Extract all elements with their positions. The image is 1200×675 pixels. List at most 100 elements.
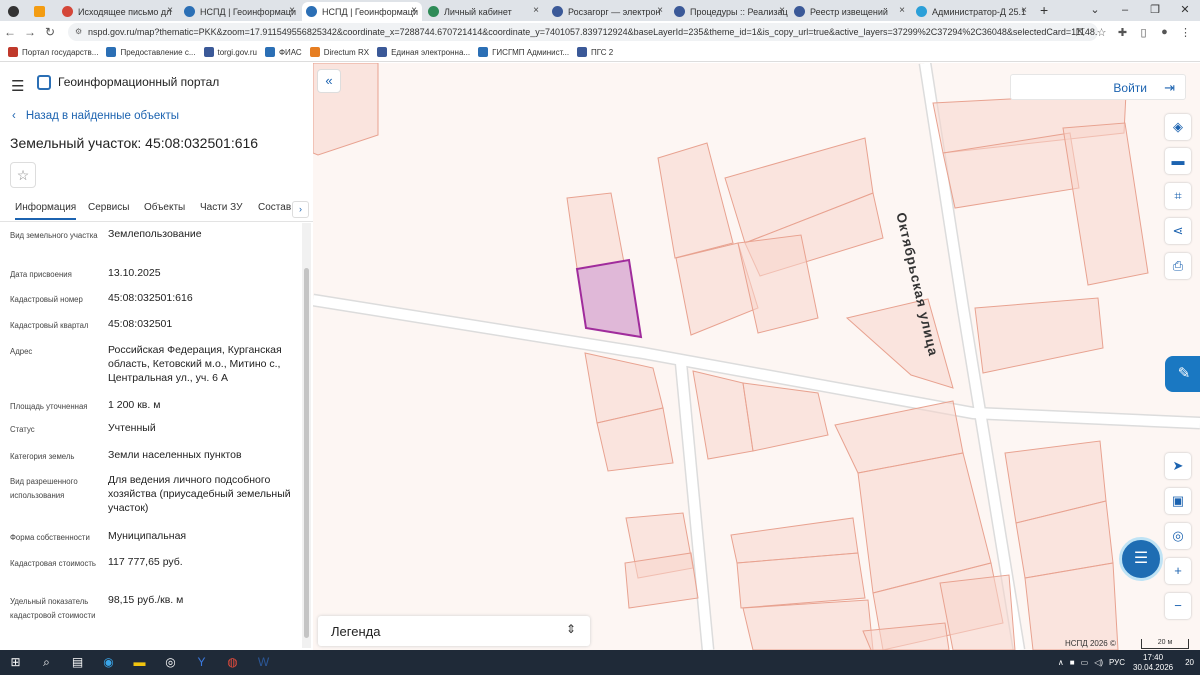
selected-parcel[interactable] <box>575 258 643 339</box>
menu-icon[interactable]: ⋮ <box>1175 26 1196 39</box>
share-icon[interactable]: ⇱ <box>1070 26 1091 39</box>
land-parcel[interactable] <box>624 552 699 609</box>
close-tab-icon[interactable]: × <box>657 5 663 16</box>
close-tab-icon[interactable]: × <box>1021 5 1027 16</box>
reload-icon[interactable]: ↻ <box>40 25 60 39</box>
browser-tab[interactable]: НСПД | Геоинформаци × <box>180 2 300 21</box>
maximize-button[interactable]: ❐ <box>1140 0 1170 21</box>
land-parcel[interactable] <box>974 297 1104 374</box>
close-tab-icon[interactable]: × <box>289 5 295 16</box>
print-icon[interactable]: ⎙ <box>1165 253 1191 279</box>
bookmark-item[interactable]: Портал государств... <box>8 47 98 57</box>
back-to-results-link[interactable]: ‹ Назад в найденные объекты <box>12 110 179 122</box>
minimap-icon[interactable]: ▣ <box>1165 488 1191 514</box>
bookmark-item[interactable]: Directum RX <box>309 47 369 57</box>
profile-icon[interactable]: ● <box>1154 26 1175 38</box>
tab-pinned-icon[interactable] <box>30 2 52 21</box>
close-tab-icon[interactable]: × <box>533 5 539 16</box>
notifications-badge[interactable]: 20 <box>1185 658 1194 667</box>
search-icon[interactable]: ⌕ <box>31 650 62 675</box>
ruler-icon[interactable]: ▬ <box>1165 148 1191 174</box>
site-info-icon[interactable]: ⚙ <box>75 23 82 41</box>
sidebar-icon[interactable]: ▯ <box>1133 26 1154 39</box>
task-view-icon[interactable]: ▤ <box>62 650 93 675</box>
minimize-button[interactable]: – <box>1110 0 1140 21</box>
collapse-panel-icon[interactable]: « <box>317 69 341 93</box>
bookmark-item[interactable]: Предоставление с... <box>106 47 196 57</box>
geolocation-icon[interactable]: ◎ <box>1165 523 1191 549</box>
app-icon[interactable]: ◎ <box>155 650 186 675</box>
tab-services[interactable]: Сервисы <box>88 202 129 213</box>
tab-github-icon[interactable] <box>4 2 26 21</box>
extensions-icon[interactable]: ✚ <box>1112 26 1133 39</box>
land-parcel[interactable] <box>742 382 829 452</box>
land-parcel[interactable] <box>736 552 866 609</box>
bookmark-item[interactable]: ГИСГМП Админист... <box>478 47 569 57</box>
zoom-in-icon[interactable]: + <box>1165 558 1191 584</box>
browser-tab[interactable]: Исходящее письмо дл × <box>58 2 178 21</box>
login-button[interactable]: Войти ⇥ <box>1010 74 1186 100</box>
browser-tab[interactable]: НСПД | Геоинформаци × <box>302 2 422 21</box>
close-tab-icon[interactable]: × <box>899 5 905 16</box>
locate-icon[interactable]: ➤ <box>1165 453 1191 479</box>
share-map-icon[interactable]: ⋖ <box>1165 218 1191 244</box>
bookmark-favicon-icon <box>8 47 18 57</box>
hamburger-menu-icon[interactable]: ☰ <box>11 77 24 95</box>
tab-information[interactable]: Информация <box>15 202 77 220</box>
file-explorer-icon[interactable]: ▬ <box>124 650 155 675</box>
bookmark-item[interactable]: ПГС 2 <box>577 47 613 57</box>
land-parcel[interactable] <box>742 599 874 650</box>
scrollbar-thumb[interactable] <box>304 268 309 638</box>
bookmark-star-icon[interactable]: ☆ <box>1091 26 1112 39</box>
tab-objects[interactable]: Объекты <box>144 202 185 213</box>
tab-parts[interactable]: Части ЗУ <box>200 202 242 213</box>
zoom-out-icon[interactable]: − <box>1165 593 1191 619</box>
map-canvas[interactable] <box>313 63 1200 650</box>
url-field[interactable]: ⚙ nspd.gov.ru/map?thematic=PKK&zoom=17.91… <box>68 23 1098 41</box>
map-view[interactable]: Октябрьская улица « Войти ⇥ ◈ ▬ ⌗ ⋖ ⎙ ✎ ➤… <box>313 63 1200 650</box>
bookmark-item[interactable]: Единая электронна... <box>377 47 470 57</box>
browser-tab[interactable]: Администратор-Д 25.1 × <box>912 2 1032 21</box>
property-value: Муниципальная <box>108 530 187 542</box>
land-parcel[interactable] <box>1024 562 1119 650</box>
favorite-star-icon[interactable]: ☆ <box>10 162 36 188</box>
browser-tab[interactable]: Процедуры :: Реализац × <box>670 2 790 21</box>
new-tab-button[interactable]: + <box>1040 2 1048 18</box>
panel-scrollbar[interactable] <box>302 223 311 648</box>
close-tab-icon[interactable]: × <box>167 5 173 16</box>
layers-icon[interactable]: ◈ <box>1165 114 1191 140</box>
word-icon[interactable]: W <box>248 650 279 675</box>
chrome-icon[interactable]: ◍ <box>217 650 248 675</box>
browser-tab[interactable]: Росзагорг — электрон × <box>548 2 668 21</box>
land-parcel[interactable] <box>657 142 734 259</box>
land-parcel[interactable] <box>862 622 950 650</box>
language-indicator[interactable]: РУС <box>1109 658 1125 667</box>
network-icon[interactable]: ▭ <box>1081 658 1089 667</box>
bookmark-item[interactable]: ФИАС <box>264 47 302 57</box>
close-window-button[interactable]: ✕ <box>1170 0 1200 21</box>
legend-toggle[interactable]: Легенда ⇕ <box>318 616 590 646</box>
edge-icon[interactable]: ◉ <box>93 650 124 675</box>
tab-favicon-icon <box>674 6 685 17</box>
volume-icon[interactable]: ◁) <box>1094 658 1103 667</box>
start-icon[interactable]: ⊞ <box>0 650 31 675</box>
tab-search-icon[interactable]: ⌄ <box>1080 0 1110 21</box>
tabs-next-icon[interactable]: › <box>292 201 309 218</box>
clock[interactable]: 17:40 30.04.2026 <box>1133 653 1173 673</box>
chat-assistant-icon[interactable]: ☰ <box>1119 537 1163 581</box>
browser-tab[interactable]: Личный кабинет × <box>424 2 544 21</box>
tray-app-icon[interactable]: ■ <box>1070 658 1075 667</box>
tray-chevron-icon[interactable]: ∧ <box>1058 658 1064 667</box>
feedback-badge-icon[interactable]: ✎ <box>1165 356 1200 392</box>
bookmark-item[interactable]: torgi.gov.ru <box>203 47 257 57</box>
browser-tab[interactable]: Реестр извещений × <box>790 2 910 21</box>
tab-composition[interactable]: Состав <box>258 202 291 213</box>
land-parcel[interactable] <box>939 574 1016 650</box>
select-area-icon[interactable]: ⌗ <box>1165 183 1191 209</box>
yandex-browser-icon[interactable]: Y <box>186 650 217 675</box>
close-tab-icon[interactable]: × <box>779 5 785 16</box>
land-parcel[interactable] <box>1062 122 1149 286</box>
forward-icon[interactable]: → <box>20 25 40 39</box>
close-tab-icon[interactable]: × <box>411 5 417 16</box>
back-icon[interactable]: ← <box>0 25 20 39</box>
